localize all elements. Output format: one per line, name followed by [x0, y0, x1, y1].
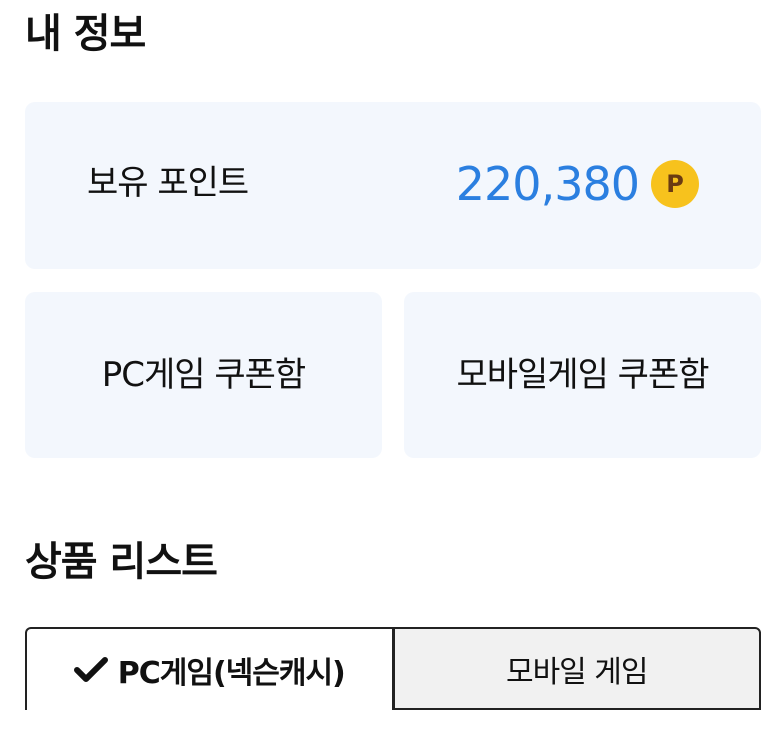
pc-coupon-box-label: PC게임 쿠폰함 [101, 355, 306, 395]
product-tabs: PC게임(넥슨캐시) 모바일 게임 [25, 627, 761, 710]
my-info-title: 내 정보 [25, 11, 146, 57]
mobile-coupon-box-button[interactable]: 모바일게임 쿠폰함 [404, 292, 761, 458]
checkmark-icon [73, 656, 108, 682]
pc-coupon-box-button[interactable]: PC게임 쿠폰함 [25, 292, 382, 458]
tab-mobile-game-label: 모바일 게임 [505, 654, 649, 690]
tab-mobile-game[interactable]: 모바일 게임 [393, 627, 761, 710]
points-card: 보유 포인트 220,380 P [25, 102, 761, 269]
tab-pc-game[interactable]: PC게임(넥슨캐시) [25, 627, 394, 710]
points-value: 220,380 [455, 157, 640, 211]
product-list-title: 상품 리스트 [25, 539, 218, 585]
points-value-group: 220,380 P [456, 160, 699, 208]
points-label: 보유 포인트 [87, 163, 249, 203]
point-coin-icon: P [651, 160, 699, 208]
mobile-coupon-box-label: 모바일게임 쿠폰함 [456, 355, 709, 395]
tab-pc-game-label: PC게임(넥슨캐시) [117, 655, 346, 691]
